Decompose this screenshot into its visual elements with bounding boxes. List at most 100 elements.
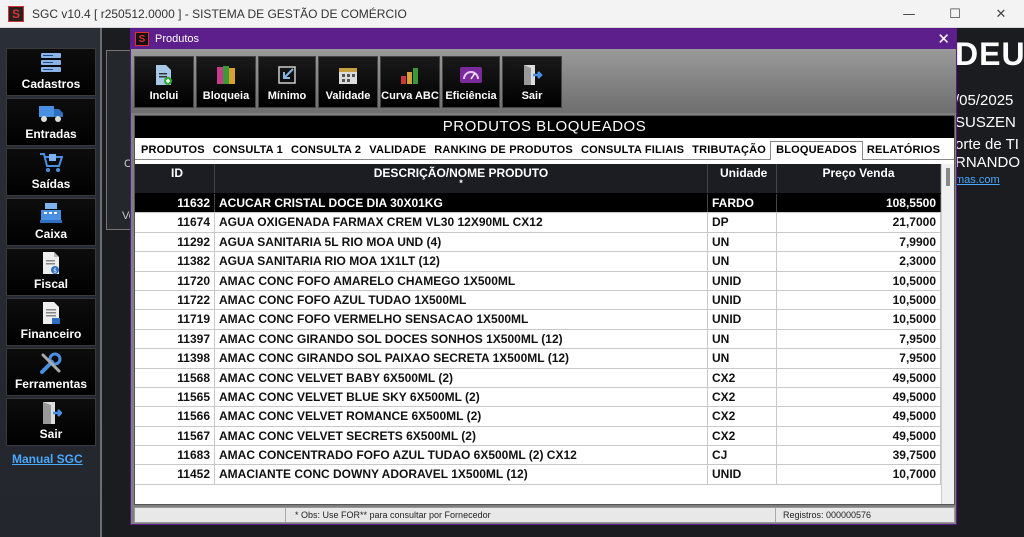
truck-icon bbox=[38, 101, 64, 125]
toolbar-label: Sair bbox=[521, 90, 543, 102]
vertical-scrollbar[interactable] bbox=[941, 164, 954, 504]
table-row[interactable]: 11452 AMACIANTE CONC DOWNY ADORAVEL 1X500… bbox=[135, 465, 941, 485]
background-link[interactable]: mas.com bbox=[955, 174, 1000, 186]
cell-preco-venda: 108,5500 bbox=[777, 194, 941, 213]
table-row[interactable]: 11719 AMAC CONC FOFO VERMELHO SENSACAO 1X… bbox=[135, 310, 941, 330]
cell-id: 11632 bbox=[135, 194, 215, 213]
table-row[interactable]: 11568 AMAC CONC VELVET BABY 6X500ML (2) CX… bbox=[135, 368, 941, 388]
cell-descricao: AMAC CONC VELVET SECRETS 6X500ML (2) bbox=[215, 426, 708, 446]
toolbar-label: Bloqueia bbox=[202, 90, 250, 102]
cell-descricao: AMAC CONC FOFO AZUL TUDAO 1X500ML bbox=[215, 290, 708, 310]
table-row[interactable]: 11565 AMAC CONC VELVET BLUE SKY 6X500ML (… bbox=[135, 387, 941, 408]
close-button[interactable]: ✕ bbox=[978, 0, 1024, 28]
minimo-button[interactable]: Mínimo bbox=[258, 56, 316, 108]
table-row[interactable]: 11397 AMAC CONC GIRANDO SOL DOCES SONHOS … bbox=[135, 329, 941, 350]
cell-unidade: CX2 bbox=[708, 387, 777, 407]
tab-consulta-filiais[interactable]: CONSULTA FILIAIS bbox=[577, 144, 688, 159]
tab-validade[interactable]: VALIDADE bbox=[365, 144, 430, 159]
cell-unidade: CJ bbox=[708, 446, 777, 465]
tab-produtos[interactable]: PRODUTOS bbox=[137, 144, 209, 159]
cell-descricao: AGUA SANITARIA RIO MOA 1X1LT (12) bbox=[215, 252, 708, 271]
efficiency-gauge-icon bbox=[459, 64, 483, 86]
cell-unidade: CX2 bbox=[708, 368, 777, 387]
status-note: * Obs: Use FOR** para consultar por Forn… bbox=[295, 510, 491, 520]
background-support: orte de TI bbox=[955, 136, 1019, 153]
sair-button[interactable]: Sair bbox=[502, 56, 562, 108]
cell-descricao: AMAC CONCENTRADO FOFO AZUL TUDAO 6X500ML… bbox=[215, 446, 708, 465]
column-header-id[interactable]: ID bbox=[135, 164, 215, 193]
table-row[interactable]: 11632 ACUCAR CRISTAL DOCE DIA 30X01KG FARD… bbox=[135, 194, 941, 214]
tab-tributacao[interactable]: TRIBUTAÇÃO bbox=[688, 144, 770, 159]
grid-header: ID DESCRIÇÃO/NOME PRODUTO * Unidade Preç… bbox=[135, 164, 941, 194]
table-row[interactable]: 11674 AGUA OXIGENADA FARMAX CREM VL30 12X… bbox=[135, 213, 941, 233]
cell-unidade: UNID bbox=[708, 465, 777, 484]
dialog-close-button[interactable]: ✕ bbox=[937, 30, 950, 48]
minimize-button[interactable]: — bbox=[886, 0, 932, 28]
cell-id: 11566 bbox=[135, 407, 215, 426]
sidebar-item-sair[interactable]: Sair bbox=[6, 398, 96, 446]
cell-descricao: AMAC CONC GIRANDO SOL DOCES SONHOS 1X500… bbox=[215, 329, 708, 349]
sidebar-item-caixa[interactable]: Caixa bbox=[6, 198, 96, 246]
cell-preco-venda: 49,5000 bbox=[777, 426, 941, 446]
column-header-unidade[interactable]: Unidade bbox=[708, 164, 777, 193]
sidebar-item-ferramentas[interactable]: Ferramentas bbox=[6, 348, 96, 396]
cell-unidade: UNID bbox=[708, 271, 777, 290]
bloqueia-button[interactable]: Bloqueia bbox=[196, 56, 256, 108]
cell-descricao: AMAC CONC VELVET BABY 6X500ML (2) bbox=[215, 368, 708, 387]
tab-relatorios[interactable]: RELATÓRIOS bbox=[863, 144, 944, 159]
cell-unidade: UN bbox=[708, 349, 777, 368]
tab-consulta-2[interactable]: CONSULTA 2 bbox=[287, 144, 365, 159]
table-row[interactable]: 11566 AMAC CONC VELVET ROMANCE 6X500ML (2… bbox=[135, 407, 941, 427]
table-row[interactable]: 11720 AMAC CONC FOFO AMARELO CHAMEGO 1X50… bbox=[135, 271, 941, 291]
table-row[interactable]: 11398 AMAC CONC GIRANDO SOL PAIXAO SECRET… bbox=[135, 349, 941, 369]
cell-descricao: AMAC CONC VELVET ROMANCE 6X500ML (2) bbox=[215, 407, 708, 426]
toolbar-label: Curva ABC bbox=[381, 90, 439, 102]
section-title: PRODUTOS BLOQUEADOS bbox=[135, 116, 954, 138]
table-row[interactable]: 11683 AMAC CONCENTRADO FOFO AZUL TUDAO 6X… bbox=[135, 446, 941, 466]
tab-strip: PRODUTOS CONSULTA 1 CONSULTA 2 VALIDADE … bbox=[135, 138, 954, 160]
cell-descricao: AMAC CONC FOFO VERMELHO SENSACAO 1X500ML bbox=[215, 310, 708, 329]
cell-id: 11292 bbox=[135, 232, 215, 252]
sidebar-item-fiscal[interactable]: $ Fiscal bbox=[6, 248, 96, 296]
validade-button[interactable]: Validade bbox=[318, 56, 378, 108]
tab-ranking-de-produtos[interactable]: RANKING DE PRODUTOS bbox=[430, 144, 577, 159]
sidebar-item-label: Financeiro bbox=[20, 327, 82, 341]
sidebar-item-financeiro[interactable]: Financeiro bbox=[6, 298, 96, 346]
cell-preco-venda: 49,5000 bbox=[777, 368, 941, 387]
column-header-descricao[interactable]: DESCRIÇÃO/NOME PRODUTO * bbox=[215, 164, 708, 193]
receipt-icon bbox=[38, 301, 64, 325]
table-row[interactable]: 11722 AMAC CONC FOFO AZUL TUDAO 1X500ML UN… bbox=[135, 290, 941, 311]
cell-id: 11397 bbox=[135, 329, 215, 349]
cell-descricao: ACUCAR CRISTAL DOCE DIA 30X01KG bbox=[215, 194, 708, 213]
scrollbar-thumb[interactable] bbox=[946, 168, 950, 186]
sidebar-item-label: Saídas bbox=[31, 177, 71, 191]
curva-abc-button[interactable]: Curva ABC bbox=[380, 56, 440, 108]
cell-descricao: AMAC CONC GIRANDO SOL PAIXAO SECRETA 1X5… bbox=[215, 349, 708, 368]
table-row[interactable]: 11567 AMAC CONC VELVET SECRETS 6X500ML (2… bbox=[135, 426, 941, 447]
table-row[interactable]: 11292 AGUA SANITARIA 5L RIO MOA UND (4) UN… bbox=[135, 232, 941, 253]
cell-unidade: CX2 bbox=[708, 426, 777, 446]
sort-indicator: * bbox=[459, 178, 463, 188]
cell-descricao: AGUA OXIGENADA FARMAX CREM VL30 12X90ML … bbox=[215, 213, 708, 232]
sidebar-item-saidas[interactable]: Saídas bbox=[6, 148, 96, 196]
sidebar-item-entradas[interactable]: Entradas bbox=[6, 98, 96, 146]
exit-door-icon bbox=[520, 64, 544, 86]
cell-id: 11565 bbox=[135, 387, 215, 407]
eficiencia-button[interactable]: Eficiência bbox=[442, 56, 500, 108]
tab-consulta-1[interactable]: CONSULTA 1 bbox=[209, 144, 287, 159]
abc-curve-icon bbox=[398, 64, 422, 86]
sidebar-item-label: Cadastros bbox=[21, 77, 81, 91]
cell-preco-venda: 39,7500 bbox=[777, 446, 941, 465]
cell-preco-venda: 49,5000 bbox=[777, 387, 941, 407]
table-row[interactable]: 11382 AGUA SANITARIA RIO MOA 1X1LT (12) UN… bbox=[135, 252, 941, 272]
background-big-text: DEU bbox=[955, 36, 1024, 72]
maximize-button[interactable]: ☐ bbox=[932, 0, 978, 28]
inclui-button[interactable]: Inclui bbox=[134, 56, 194, 108]
tab-bloqueados[interactable]: BLOQUEADOS bbox=[770, 141, 863, 160]
main-titlebar: S SGC v10.4 [ r250512.0000 ] - SISTEMA D… bbox=[0, 0, 1024, 28]
manual-sgc-link[interactable]: Manual SGC bbox=[12, 452, 96, 466]
dialog-title: Produtos bbox=[155, 33, 200, 45]
column-header-preco-venda[interactable]: Preço Venda bbox=[777, 164, 941, 193]
sidebar-item-cadastros[interactable]: Cadastros bbox=[6, 48, 96, 96]
add-document-icon bbox=[152, 64, 176, 86]
